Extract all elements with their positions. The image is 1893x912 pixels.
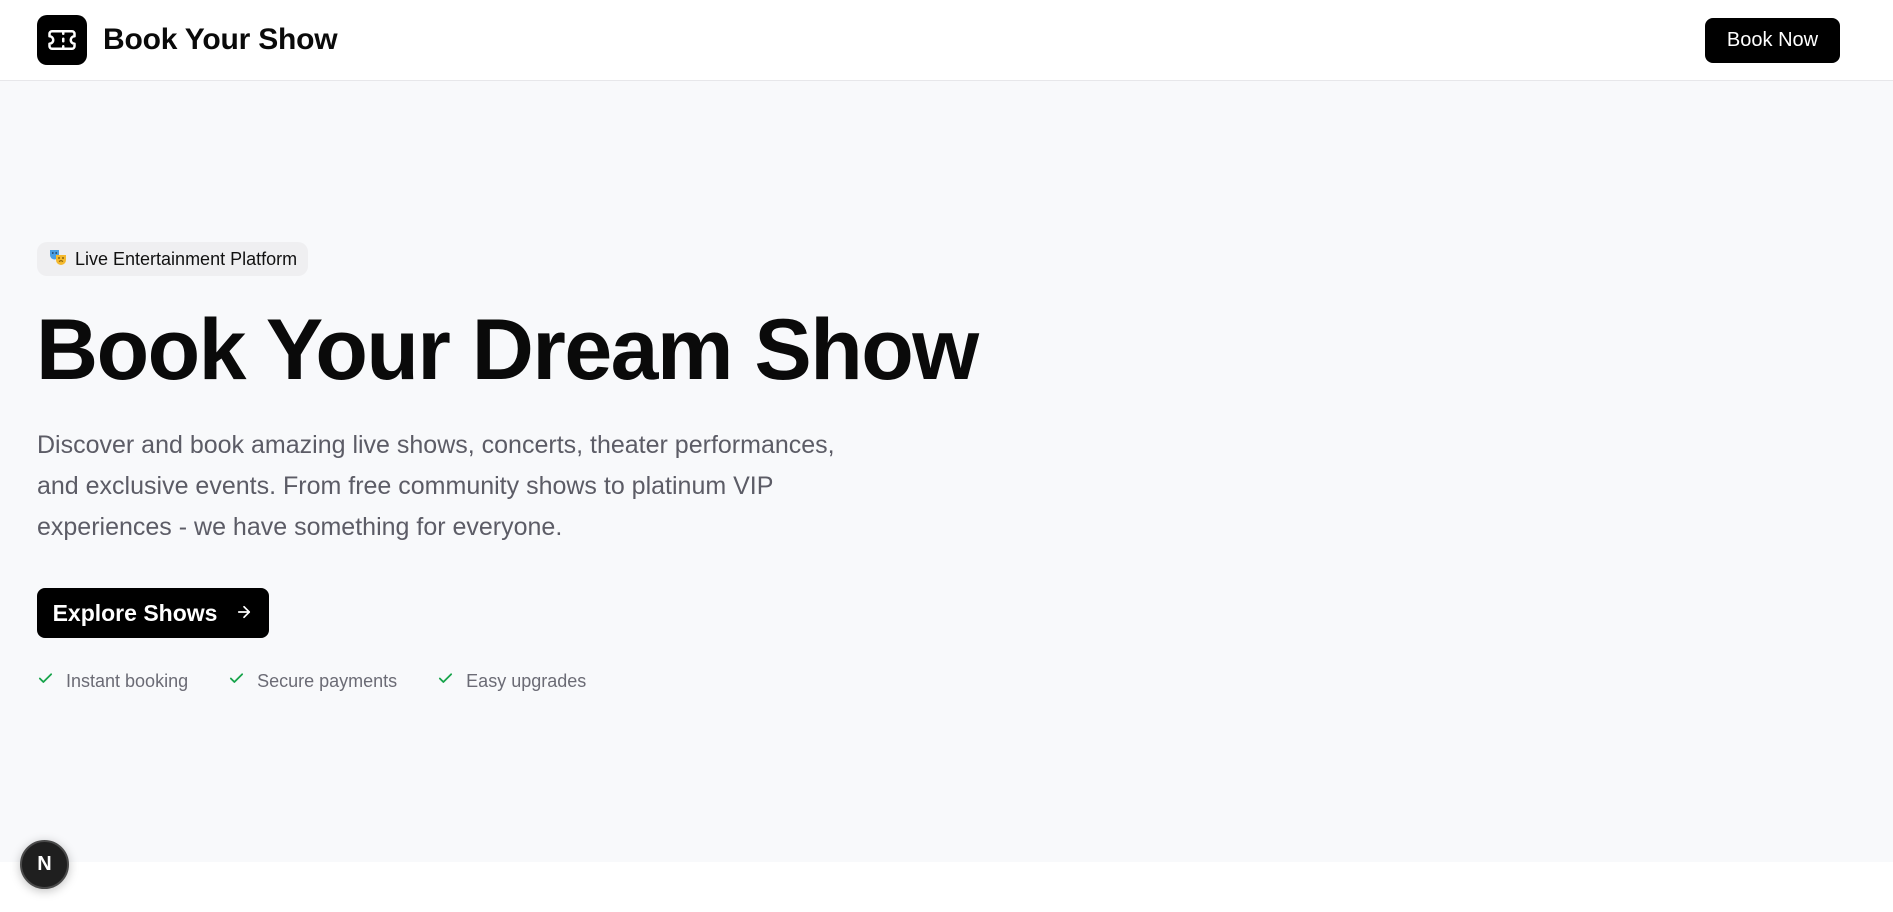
hero-description: Discover and book amazing live shows, co… <box>37 431 835 541</box>
book-now-button[interactable]: Book Now <box>1705 18 1840 63</box>
feature-item: Instant booking <box>37 670 188 692</box>
feature-label: Easy upgrades <box>466 670 587 691</box>
dev-indicator-button[interactable]: N <box>20 840 69 889</box>
theater-masks-icon <box>49 248 67 271</box>
feature-label: Instant booking <box>66 670 189 691</box>
dev-indicator-label: N <box>37 853 52 875</box>
next-section <box>0 862 1893 912</box>
check-icon <box>437 670 454 692</box>
arrow-right-icon <box>235 600 253 627</box>
feature-item: Secure payments <box>228 670 397 692</box>
hero-section: Live Entertainment Platform Book Your Dr… <box>0 81 1893 862</box>
brand-name: Book Your Show <box>103 23 338 56</box>
check-icon <box>37 670 54 692</box>
check-icon <box>228 670 245 692</box>
badge-label: Live Entertainment Platform <box>75 248 298 269</box>
site-header: Book Your Show Book Now <box>0 0 1893 81</box>
explore-shows-label: Explore Shows <box>52 599 218 626</box>
brand[interactable]: Book Your Show <box>37 15 338 65</box>
hero-title: Book Your Dream Show <box>36 302 979 398</box>
ticket-icon <box>37 15 87 65</box>
feature-list: Instant booking Secure payments Easy upg… <box>37 670 586 692</box>
explore-shows-button[interactable]: Explore Shows <box>37 588 269 638</box>
feature-item: Easy upgrades <box>437 670 586 692</box>
platform-badge: Live Entertainment Platform <box>37 242 309 276</box>
feature-label: Secure payments <box>257 670 398 691</box>
